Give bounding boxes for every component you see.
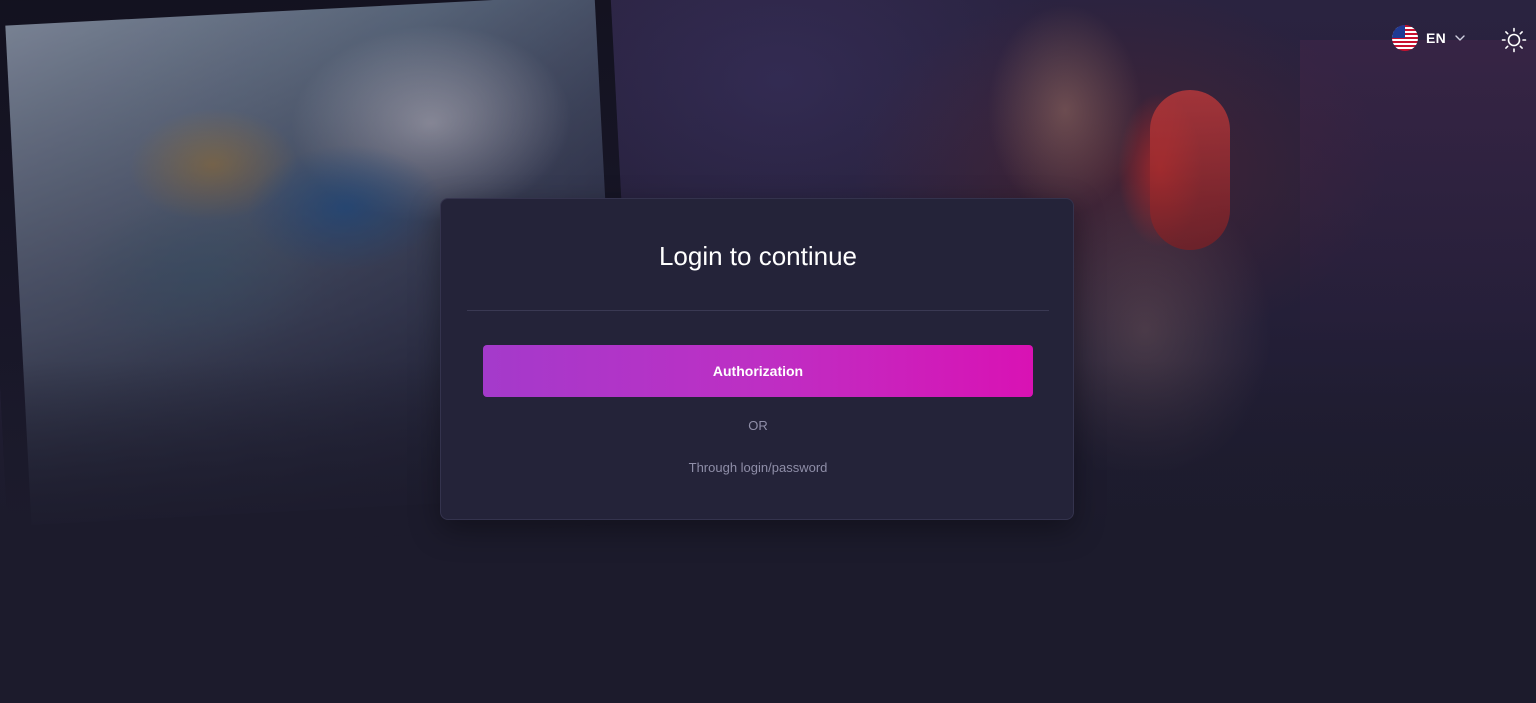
language-selector[interactable]: EN [1392, 25, 1466, 51]
login-card: Login to continue Authorization OR Throu… [440, 198, 1074, 520]
or-separator: OR [748, 418, 768, 433]
theme-toggle-button[interactable] [1500, 26, 1528, 54]
chevron-down-icon [1454, 32, 1466, 44]
login-password-link[interactable]: Through login/password [441, 460, 1075, 475]
us-flag-icon [1392, 25, 1418, 51]
background-headphones [1150, 90, 1230, 250]
login-page: EN Login to continue Authorization OR Th… [0, 0, 1536, 703]
authorization-button[interactable]: Authorization [483, 345, 1033, 397]
background-shelf [1300, 40, 1536, 340]
language-code: EN [1426, 30, 1447, 46]
card-divider [467, 310, 1049, 311]
sun-icon [1501, 27, 1527, 53]
login-title: Login to continue [658, 241, 858, 271]
